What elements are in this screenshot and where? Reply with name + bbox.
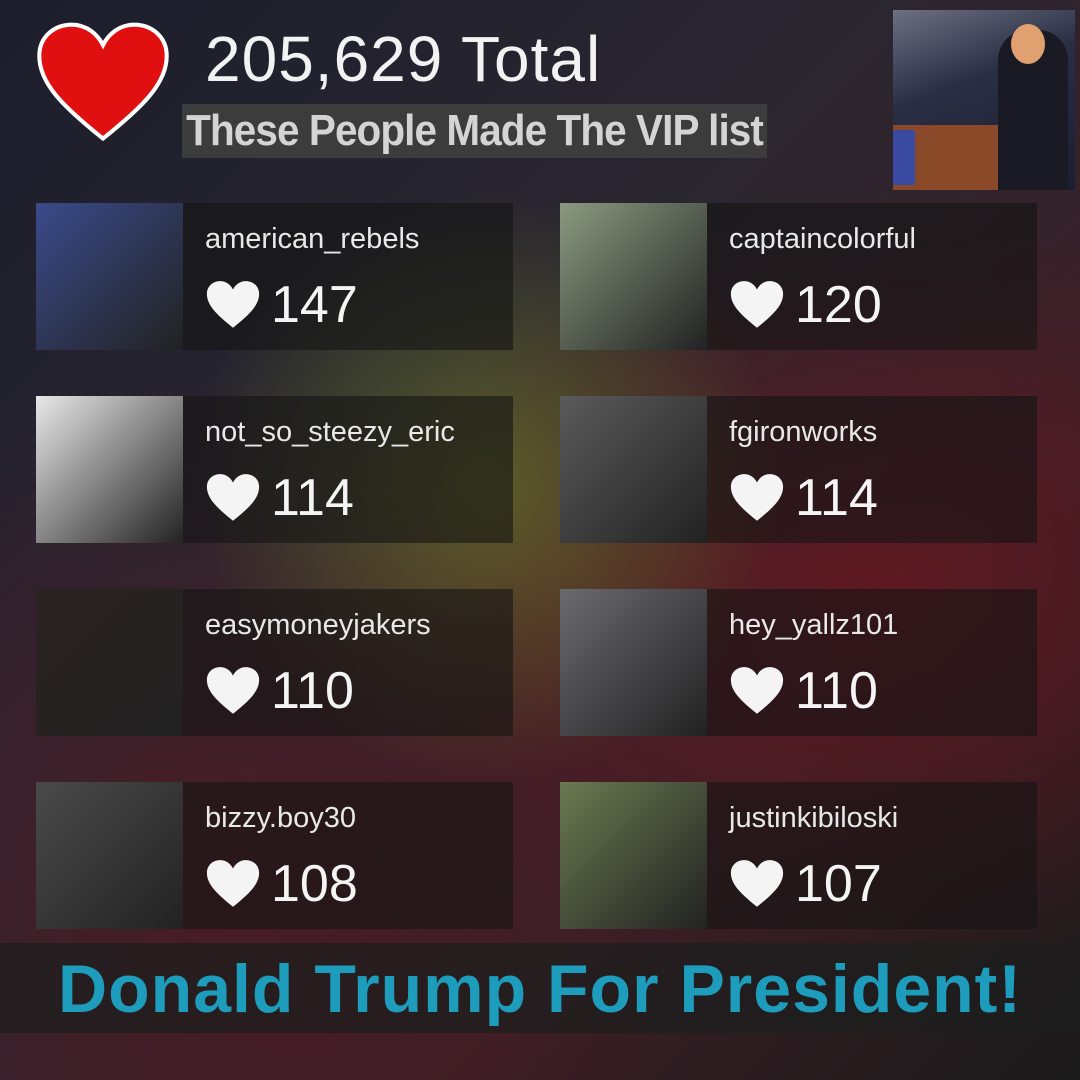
like-count: 110 [205, 661, 354, 721]
user-card[interactable]: american_rebels 147 [36, 203, 513, 350]
user-card[interactable]: easymoneyjakers 110 [36, 589, 513, 736]
username[interactable]: bizzy.boy30 [205, 802, 356, 835]
like-count: 114 [729, 468, 878, 528]
like-number: 107 [795, 855, 882, 913]
slogan: Donald Trump For President! [58, 951, 1022, 1027]
like-count: 108 [205, 854, 358, 914]
user-panel: fgironworks 114 [707, 396, 1037, 543]
user-panel: not_so_steezy_eric 114 [183, 396, 513, 543]
like-count: 147 [205, 275, 358, 335]
like-number: 114 [795, 469, 878, 527]
heart-icon [206, 667, 260, 714]
user-card[interactable]: not_so_steezy_eric 114 [36, 396, 513, 543]
user-panel: hey_yallz101 110 [707, 589, 1037, 736]
like-number: 108 [271, 855, 358, 913]
username[interactable]: captaincolorful [729, 223, 916, 256]
vip-subtitle: These People Made The VIP list [182, 104, 768, 158]
like-number: 147 [271, 276, 358, 334]
username[interactable]: justinkibiloski [729, 802, 898, 835]
heart-icon [730, 860, 784, 907]
username[interactable]: not_so_steezy_eric [205, 416, 455, 449]
candidate-photo [893, 10, 1075, 190]
user-card[interactable]: fgironworks 114 [560, 396, 1037, 543]
heart-icon [206, 860, 260, 907]
heart-icon [37, 22, 169, 142]
heart-icon [206, 281, 260, 328]
user-avatar[interactable] [560, 589, 707, 736]
user-card[interactable]: bizzy.boy30 108 [36, 782, 513, 929]
user-panel: bizzy.boy30 108 [183, 782, 513, 929]
like-count: 114 [205, 468, 354, 528]
like-count: 110 [729, 661, 878, 721]
user-avatar[interactable] [36, 782, 183, 929]
like-number: 114 [271, 469, 354, 527]
user-panel: captaincolorful 120 [707, 203, 1037, 350]
like-number: 110 [271, 662, 354, 720]
total-likes: 205,629 Total [205, 23, 602, 95]
user-avatar[interactable] [560, 203, 707, 350]
user-avatar[interactable] [36, 396, 183, 543]
username[interactable]: american_rebels [205, 223, 419, 256]
username[interactable]: hey_yallz101 [729, 609, 898, 642]
user-avatar[interactable] [560, 782, 707, 929]
user-panel: easymoneyjakers 110 [183, 589, 513, 736]
like-number: 110 [795, 662, 878, 720]
user-panel: american_rebels 147 [183, 203, 513, 350]
username[interactable]: easymoneyjakers [205, 609, 431, 642]
user-avatar[interactable] [36, 203, 183, 350]
user-card[interactable]: justinkibiloski 107 [560, 782, 1037, 929]
heart-icon [730, 667, 784, 714]
heart-icon [730, 281, 784, 328]
heart-icon [206, 474, 260, 521]
username[interactable]: fgironworks [729, 416, 877, 449]
like-count: 120 [729, 275, 882, 335]
user-card[interactable]: captaincolorful 120 [560, 203, 1037, 350]
user-panel: justinkibiloski 107 [707, 782, 1037, 929]
user-card[interactable]: hey_yallz101 110 [560, 589, 1037, 736]
like-number: 120 [795, 276, 882, 334]
like-count: 107 [729, 854, 882, 914]
heart-icon [730, 474, 784, 521]
user-avatar[interactable] [560, 396, 707, 543]
user-avatar[interactable] [36, 589, 183, 736]
